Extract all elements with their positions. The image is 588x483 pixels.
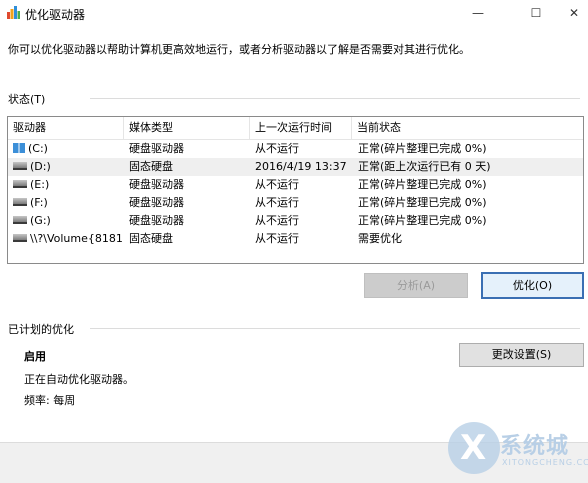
drive-status: 正常(碎片整理已完成 0%) [358, 178, 487, 191]
drive-row[interactable]: (D:) 固态硬盘 2016/4/19 13:37 正常(距上次运行已有 0 天… [8, 158, 583, 176]
drive-media-type: 硬盘驱动器 [129, 178, 184, 191]
drive-media-type: 硬盘驱动器 [129, 196, 184, 209]
schedule-description: 正在自动优化驱动器。 [24, 373, 134, 386]
drive-row[interactable]: (E:) 硬盘驱动器 从不运行 正常(碎片整理已完成 0%) [8, 176, 583, 194]
drive-status: 正常(碎片整理已完成 0%) [358, 214, 487, 227]
drive-name: (G:) [30, 214, 51, 227]
watermark-x-glyph: X [460, 428, 487, 468]
drive-status: 正常(碎片整理已完成 0%) [358, 196, 487, 209]
drive-media-type: 硬盘驱动器 [129, 142, 184, 155]
drive-last-run: 从不运行 [255, 178, 299, 191]
drive-media-type: 固态硬盘 [129, 232, 173, 245]
watermark-url: XITONGCHENG.CC [502, 458, 588, 467]
defrag-app-icon [7, 6, 20, 19]
hard-drive-icon [13, 216, 27, 224]
drive-list-header: 驱动器 媒体类型 上一次运行时间 当前状态 [8, 117, 583, 140]
drive-row[interactable]: (F:) 硬盘驱动器 从不运行 正常(碎片整理已完成 0%) [8, 194, 583, 212]
drive-last-run: 2016/4/19 13:37 [255, 160, 347, 173]
drive-status: 正常(碎片整理已完成 0%) [358, 142, 487, 155]
schedule-status: 启用 [24, 350, 46, 363]
drive-list[interactable]: 驱动器 媒体类型 上一次运行时间 当前状态 (C:) 硬盘驱动器 从不运行 正常… [7, 116, 584, 264]
drive-name: \\?\Volume{8181... [30, 232, 123, 245]
maximize-button[interactable]: ☐ [514, 0, 558, 26]
title-bar: 优化驱动器 — ☐ ✕ [0, 0, 588, 26]
drive-last-run: 从不运行 [255, 214, 299, 227]
window-title: 优化驱动器 [25, 8, 86, 22]
schedule-frequency: 频率: 每周 [24, 394, 76, 407]
drive-name: (E:) [30, 178, 50, 191]
drive-name: (F:) [30, 196, 48, 209]
drive-last-run: 从不运行 [255, 232, 299, 245]
drive-last-run: 从不运行 [255, 142, 299, 155]
drive-last-run: 从不运行 [255, 196, 299, 209]
scheduled-divider [90, 328, 580, 329]
drive-row[interactable]: (G:) 硬盘驱动器 从不运行 正常(碎片整理已完成 0%) [8, 212, 583, 230]
column-header-last-run[interactable]: 上一次运行时间 [250, 117, 352, 139]
watermark-brand: 系统城 [500, 434, 570, 459]
drive-row[interactable]: \\?\Volume{8181... 固态硬盘 从不运行 需要优化 [8, 230, 583, 248]
minimize-button[interactable]: — [456, 0, 500, 26]
drive-status: 需要优化 [358, 232, 402, 245]
drive-status: 正常(距上次运行已有 0 天) [358, 160, 491, 173]
drive-name: (D:) [30, 160, 51, 173]
status-section-label: 状态(T) [8, 93, 46, 106]
analyze-button[interactable]: 分析(A) [364, 273, 468, 298]
watermark: X 系统城 XITONGCHENG.CC [440, 418, 588, 480]
optimize-button[interactable]: 优化(O) [481, 272, 584, 299]
description-text: 你可以优化驱动器以帮助计算机更高效地运行，或者分析驱动器以了解是否需要对其进行优… [8, 43, 470, 56]
windows-drive-icon [13, 143, 25, 153]
change-settings-button[interactable]: 更改设置(S) [459, 343, 584, 367]
hard-drive-icon [13, 180, 27, 188]
scheduled-section-label: 已计划的优化 [8, 323, 74, 336]
drive-media-type: 固态硬盘 [129, 160, 173, 173]
drive-name: (C:) [28, 142, 48, 155]
drive-media-type: 硬盘驱动器 [129, 214, 184, 227]
hard-drive-icon [13, 198, 27, 206]
hard-drive-icon [13, 162, 27, 170]
column-header-drive[interactable]: 驱动器 [8, 117, 124, 139]
column-header-media-type[interactable]: 媒体类型 [124, 117, 250, 139]
status-divider [90, 98, 580, 99]
close-button[interactable]: ✕ [560, 0, 588, 26]
hard-drive-icon [13, 234, 27, 242]
column-header-current-status[interactable]: 当前状态 [352, 117, 562, 139]
drive-row[interactable]: (C:) 硬盘驱动器 从不运行 正常(碎片整理已完成 0%) [8, 140, 583, 158]
